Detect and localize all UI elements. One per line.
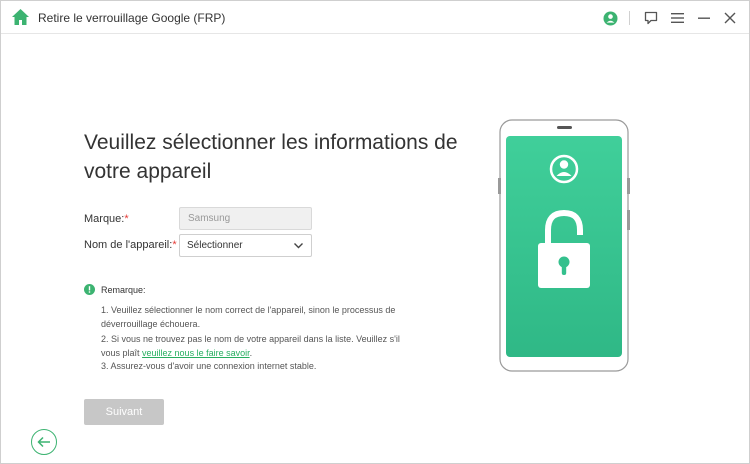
app-window: Retire le verrouillage Google (FRP) Veui… xyxy=(0,0,750,464)
device-name-select[interactable]: Sélectionner xyxy=(179,234,312,257)
note-item-1: 1. Veuillez sélectionner le nom correct … xyxy=(101,305,396,329)
minimize-icon xyxy=(698,17,710,19)
next-button[interactable]: Suivant xyxy=(84,399,164,425)
arrow-left-icon xyxy=(37,436,50,448)
note-title: Remarque: xyxy=(101,285,146,295)
page-title: Veuillez sélectionner les informations d… xyxy=(84,131,458,183)
back-button[interactable] xyxy=(31,429,57,455)
device-select-value: Sélectionner xyxy=(187,240,243,251)
required-mark: * xyxy=(124,213,129,225)
required-mark: * xyxy=(172,239,177,251)
minimize-button[interactable] xyxy=(695,9,713,27)
info-icon xyxy=(84,284,95,295)
title-bar: Retire le verrouillage Google (FRP) xyxy=(1,1,749,34)
close-icon xyxy=(724,12,736,24)
app-title: Retire le verrouillage Google (FRP) xyxy=(38,11,226,25)
close-button[interactable] xyxy=(721,9,739,27)
brand-label: Marque:* xyxy=(84,213,129,225)
contact-us-link[interactable]: veuillez nous le faire savoir xyxy=(142,348,250,358)
brand-field[interactable] xyxy=(179,207,312,230)
user-account-button[interactable] xyxy=(601,9,619,27)
note-item-3: 3. Assurez-vous d'avoir une connexion in… xyxy=(101,361,317,371)
feedback-button[interactable] xyxy=(642,9,660,27)
device-name-label: Nom de l'appareil:* xyxy=(84,239,177,251)
user-account-icon xyxy=(603,11,617,25)
titlebar-divider xyxy=(629,11,630,25)
home-icon[interactable] xyxy=(11,8,30,26)
note-item-2: 2. Si vous ne trouvez pas le nom de votr… xyxy=(101,334,400,358)
menu-button[interactable] xyxy=(668,9,686,27)
phone-illustration xyxy=(498,119,630,372)
feedback-icon xyxy=(644,11,658,25)
menu-icon xyxy=(670,13,684,23)
chevron-down-icon xyxy=(294,243,303,249)
